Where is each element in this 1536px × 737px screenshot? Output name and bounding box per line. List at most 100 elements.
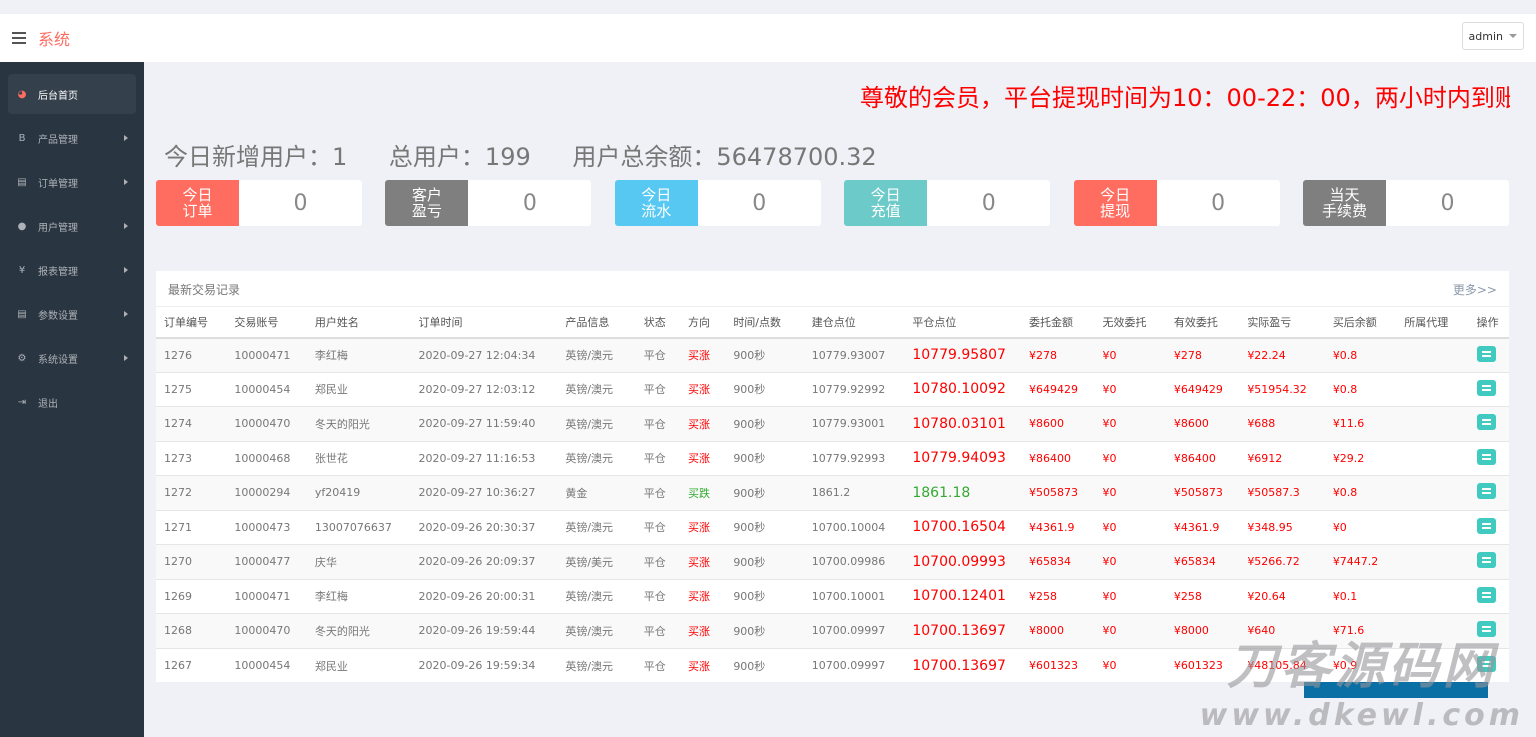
cell-10: ¥505873: [1021, 475, 1095, 510]
view-detail-button[interactable]: [1476, 448, 1496, 465]
sidebar-item-label: 系统设置: [38, 354, 78, 366]
sidebar-item-label: 用户管理: [38, 222, 78, 234]
stat-label: 今日 提现: [1073, 180, 1157, 226]
view-detail-button[interactable]: [1476, 483, 1496, 500]
view-detail-button[interactable]: [1476, 345, 1496, 362]
sidebar-item-4[interactable]: ¥ 报表管理: [8, 250, 136, 290]
stat-card: 今日 提现 0: [1073, 180, 1280, 226]
stat-value: 0: [1440, 190, 1455, 216]
cell-6: 买涨: [680, 613, 726, 648]
sidebar-item-label: 产品管理: [38, 134, 78, 146]
view-detail-button[interactable]: [1476, 656, 1496, 672]
cell-8: 10700.10001: [803, 578, 905, 614]
cell-10: ¥4361.9: [1021, 509, 1095, 545]
cell-13: ¥50587.3: [1239, 475, 1325, 510]
sidebar-item-label: 订单管理: [38, 178, 78, 190]
cell-2: 张世花: [306, 440, 411, 476]
caret-right-icon: [124, 267, 128, 273]
view-detail-button[interactable]: [1476, 552, 1496, 569]
cell-14: ¥29.2: [1324, 440, 1397, 476]
cell-6: 买涨: [680, 509, 726, 545]
action-cell: [1468, 578, 1509, 614]
cell-7: 900秒: [725, 406, 804, 441]
column-header: 有效委托: [1165, 306, 1240, 339]
cell-9: 10779.95807: [904, 337, 1022, 372]
cell-8: 10779.93001: [803, 406, 905, 441]
more-link[interactable]: 更多>>: [1453, 281, 1497, 298]
cell-12: ¥649429: [1165, 371, 1240, 407]
action-cell: [1468, 371, 1509, 407]
cell-1: 10000454: [226, 371, 307, 407]
column-header: 无效委托: [1094, 306, 1166, 339]
cell-9: 10700.13697: [904, 647, 1022, 683]
cell-1: 10000470: [226, 406, 307, 441]
cell-8: 10779.93007: [803, 337, 905, 372]
cell-2: 郑民业: [306, 647, 411, 683]
cell-13: ¥688: [1239, 406, 1325, 441]
view-detail-button[interactable]: [1476, 586, 1496, 603]
cell-4: 英镑/澳元: [557, 578, 636, 614]
cell-5: 平仓: [635, 371, 681, 407]
cell-8: 10779.92992: [803, 371, 905, 407]
stat-label: 当天 手续费: [1303, 180, 1386, 226]
total-balance: 用户总余额：56478700.32: [572, 143, 877, 171]
cell-6: 买涨: [680, 406, 726, 441]
cell-12: ¥4361.9: [1165, 509, 1240, 545]
sidebar-item-3[interactable]: ● 用户管理: [8, 206, 136, 246]
cell-5: 平仓: [635, 509, 681, 545]
cell-1: 10000473: [226, 509, 307, 545]
view-detail-button[interactable]: [1476, 517, 1496, 534]
sidebar-item-1[interactable]: B 产品管理: [8, 118, 136, 158]
user-name: admin: [1468, 29, 1503, 43]
sidebar-item-7[interactable]: ⇥ 退出: [8, 382, 136, 422]
cell-4: 英镑/澳元: [557, 509, 636, 545]
cell-14: ¥0.8: [1324, 371, 1397, 407]
cell-12: ¥8000: [1165, 613, 1240, 648]
user-dropdown[interactable]: admin: [1461, 22, 1524, 50]
cell-0: 1270: [156, 544, 227, 579]
action-cell: [1468, 337, 1509, 372]
column-header: 订单时间: [410, 306, 558, 339]
cell-3: 2020-09-27 11:16:53: [410, 440, 558, 476]
cell-0: 1272: [156, 475, 227, 510]
table-row: 1273 10000468 张世花 2020-09-27 11:16:53 英镑/澳元平…: [156, 440, 1509, 476]
cell-3: 2020-09-26 20:09:37: [410, 544, 558, 579]
cell-7: 900秒: [725, 337, 804, 372]
cell-9: 10779.94093: [904, 440, 1022, 476]
cell-8: 10700.10004: [803, 509, 905, 545]
sidebar-item-label: 退出: [38, 398, 58, 410]
view-detail-button[interactable]: [1476, 414, 1496, 431]
caret-right-icon: [124, 179, 128, 185]
view-detail-button[interactable]: [1476, 379, 1496, 396]
sidebar-item-5[interactable]: ▤ 参数设置: [8, 294, 136, 334]
sidebar-item-2[interactable]: ▤ 订单管理: [8, 162, 136, 202]
menu-toggle-icon[interactable]: [12, 32, 26, 44]
action-cell: [1468, 475, 1509, 510]
cell-2: 李红梅: [306, 578, 411, 614]
cell-10: ¥86400: [1021, 440, 1095, 476]
cell-3: 2020-09-27 12:04:34: [410, 337, 558, 372]
cell-15: [1396, 406, 1469, 441]
cell-13: ¥51954.32: [1239, 371, 1325, 407]
cell-7: 900秒: [725, 578, 804, 614]
stat-value: 0: [522, 190, 537, 216]
cell-5: 平仓: [635, 475, 681, 510]
cell-5: 平仓: [635, 406, 681, 441]
table-row: 1272 10000294 yf20419 2020-09-27 10:36:27 黄金…: [156, 475, 1509, 510]
cell-2: 郑民业: [306, 371, 411, 407]
cell-13: ¥48105.84: [1239, 647, 1325, 683]
cell-6: 买涨: [680, 544, 726, 579]
notice-marquee: 尊敬的会员，平台提现时间为10：00-22：00，两小时内到账: [860, 84, 1510, 112]
cell-12: ¥258: [1165, 578, 1240, 614]
sidebar-item-0[interactable]: ◕ 后台首页: [8, 74, 136, 114]
view-detail-button[interactable]: [1476, 621, 1496, 638]
table-row: 1274 10000470 冬天的阳光 2020-09-27 11:59:40 英镑/澳…: [156, 406, 1509, 441]
table-row: 1271 10000473 13007076637 2020-09-26 20:30:…: [156, 509, 1509, 545]
cell-12: ¥86400: [1165, 440, 1240, 476]
sidebar-item-6[interactable]: ⚙ 系统设置: [8, 338, 136, 378]
cell-4: 英镑/澳元: [557, 406, 636, 441]
cell-8: 1861.2: [803, 475, 905, 510]
cell-0: 1271: [156, 509, 227, 545]
stat-card: 今日 订单 0: [156, 180, 362, 226]
cell-1: 10000454: [226, 647, 307, 683]
